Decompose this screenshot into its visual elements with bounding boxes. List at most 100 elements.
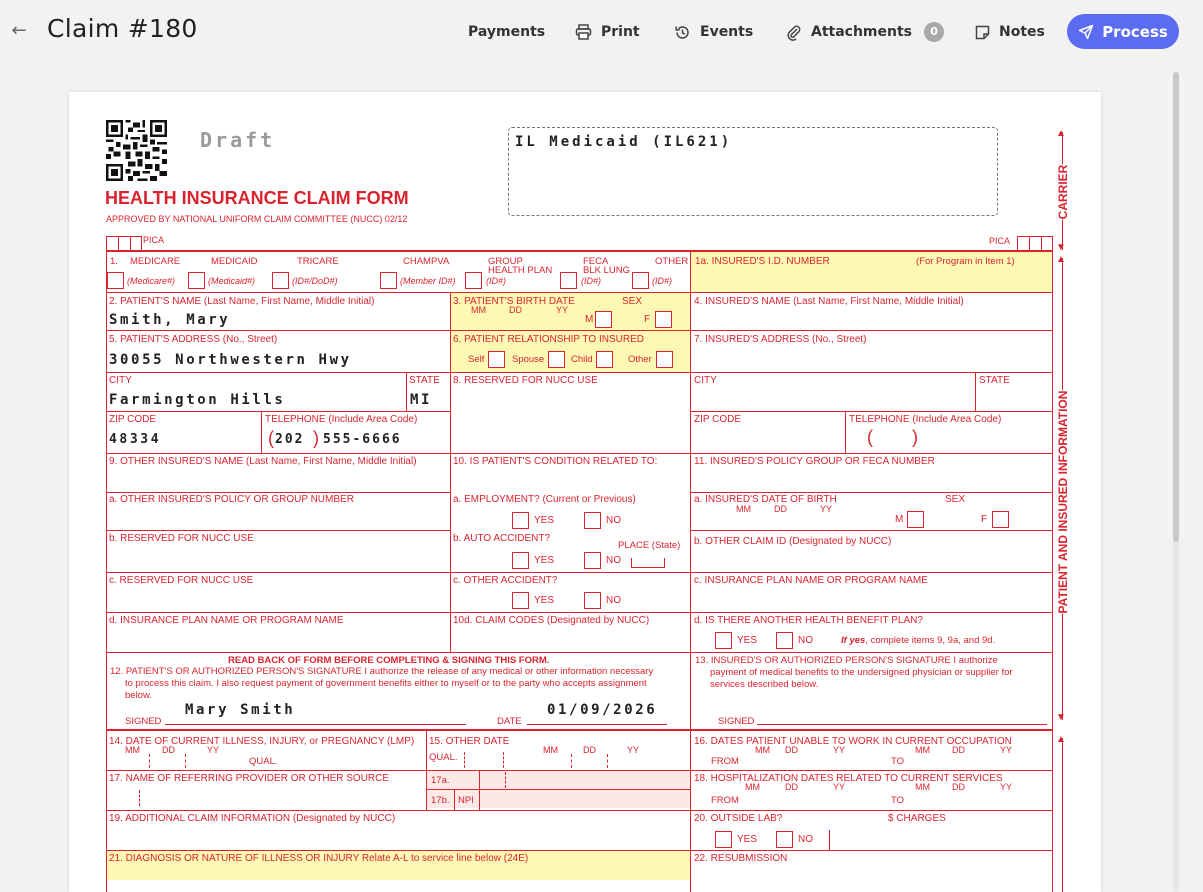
f10b-label: b. AUTO ACCIDENT? — [453, 533, 551, 544]
col-line — [975, 372, 976, 411]
f12-signature-line — [165, 724, 466, 725]
payer-address-box[interactable]: IL Medicaid (IL621) — [508, 127, 998, 216]
group-health-plan-checkbox[interactable] — [465, 272, 482, 289]
patient-signature-date-value[interactable]: 01/09/2026 — [547, 702, 657, 718]
patient-state-value[interactable]: MI — [410, 392, 432, 408]
outside-lab-yes-label: YES — [737, 834, 758, 845]
f13-line-3: services described below. — [710, 679, 819, 690]
payer-name: IL Medicaid (IL621) — [515, 134, 733, 150]
col-line — [406, 372, 407, 411]
f1-medicare-label: MEDICARE — [130, 256, 181, 267]
medicare-checkbox[interactable] — [107, 272, 124, 289]
other-coverage-checkbox[interactable] — [632, 272, 649, 289]
f11a-sex-label: SEX — [945, 494, 966, 505]
champva-checkbox[interactable] — [380, 272, 397, 289]
f3-sex-label: SEX — [622, 296, 643, 307]
patient-address-value[interactable]: 30055 Northwestern Hwy — [109, 352, 352, 368]
draft-watermark: Draft — [200, 128, 276, 152]
f9a-label: a. OTHER INSURED'S POLICY OR GROUP NUMBE… — [109, 494, 354, 505]
col-line — [829, 830, 830, 850]
f15-yy: YY — [627, 745, 640, 755]
payments-button[interactable]: Payments — [468, 14, 545, 50]
outside-lab-yes-checkbox[interactable] — [715, 831, 732, 848]
f16-to: TO — [891, 756, 905, 767]
relationship-child-checkbox[interactable] — [596, 351, 613, 368]
pica-right-label: PICA — [989, 236, 1011, 246]
f1-other-label: OTHER — [655, 256, 689, 267]
carrier-arrow-down-icon: ▼ — [1056, 242, 1066, 253]
auto-accident-yes-checkbox[interactable] — [512, 552, 529, 569]
f16-from: FROM — [711, 756, 739, 767]
patient-sex-male-checkbox[interactable] — [595, 311, 612, 328]
f14-date-divider — [185, 754, 186, 768]
row-line — [106, 810, 1052, 811]
printer-icon — [575, 24, 592, 40]
f6-child-label: Child — [571, 354, 593, 365]
notes-button[interactable]: Notes — [975, 14, 1045, 50]
patient-city-value[interactable]: Farmington Hills — [109, 392, 285, 408]
feca-checkbox[interactable] — [560, 272, 577, 289]
outside-lab-no-checkbox[interactable] — [776, 831, 793, 848]
scrollbar-thumb[interactable] — [1173, 72, 1179, 542]
patient-phone-area-value[interactable]: 202 — [275, 432, 304, 447]
events-button[interactable]: Events — [674, 14, 753, 50]
patient-phone-number-value[interactable]: 555-6666 — [323, 432, 402, 447]
row-line — [690, 530, 1052, 531]
row-line — [426, 789, 690, 790]
claim-form-page: Draft IL Medicaid (IL621) HEALTH INSURAN… — [69, 92, 1101, 892]
notes-label: Notes — [999, 24, 1045, 40]
employment-yes-checkbox[interactable] — [512, 512, 529, 529]
employment-no-checkbox[interactable] — [584, 512, 601, 529]
back-arrow-icon[interactable]: ← — [9, 20, 29, 42]
col-line — [426, 731, 427, 810]
other-accident-no-checkbox[interactable] — [584, 592, 601, 609]
attachments-button[interactable]: Attachments 0 — [786, 14, 945, 50]
relationship-self-checkbox[interactable] — [488, 351, 505, 368]
col-line — [450, 292, 451, 652]
outside-lab-no-label: NO — [798, 834, 813, 845]
f10a-label: a. EMPLOYMENT? (Current or Previous) — [453, 494, 636, 505]
insured-sex-female-checkbox[interactable] — [992, 511, 1009, 528]
f9-label: 9. OTHER INSURED'S NAME (Last Name, Firs… — [109, 456, 417, 467]
patient-zip-value[interactable]: 48334 — [109, 432, 161, 447]
f21-label: 21. DIAGNOSIS OR NATURE OF ILLNESS OR IN… — [109, 853, 529, 864]
auto-accident-no-checkbox[interactable] — [584, 552, 601, 569]
relationship-spouse-checkbox[interactable] — [548, 351, 565, 368]
f10c-label: c. OTHER ACCIDENT? — [453, 575, 558, 586]
accident-state-field[interactable] — [631, 558, 665, 568]
patient-sex-female-checkbox[interactable] — [655, 311, 672, 328]
other-plan-no-checkbox[interactable] — [776, 632, 793, 649]
scrollbar[interactable] — [1173, 72, 1179, 892]
f15-qual-divider — [503, 752, 504, 768]
attachments-count-badge: 0 — [924, 22, 945, 42]
zip-label: ZIP CODE — [109, 414, 157, 425]
row-line — [106, 572, 1052, 573]
f18-from-dd: DD — [785, 782, 798, 792]
f11a-m: M — [895, 514, 904, 525]
pica-left-label: PICA — [143, 235, 165, 245]
f17b-label: 17b. — [431, 795, 450, 806]
telephone-label: TELEPHONE (Include Area Code) — [265, 414, 418, 425]
f1-label: 1. — [110, 256, 118, 267]
payments-label: Payments — [468, 24, 546, 40]
phone-paren-close-icon: ) — [313, 428, 319, 448]
other-accident-yes-checkbox[interactable] — [512, 592, 529, 609]
print-label: Print — [601, 24, 640, 40]
relationship-other-checkbox[interactable] — [656, 351, 673, 368]
patient-signature-value[interactable]: Mary Smith — [185, 702, 295, 718]
patient-name-value[interactable]: Smith, Mary — [109, 312, 230, 328]
f14-qual: QUAL. — [249, 756, 278, 767]
physician-bracket-line — [1062, 738, 1063, 892]
f12-signed-label: SIGNED — [125, 716, 162, 727]
f13-line-2: payment of medical benefits to the under… — [710, 667, 1013, 678]
f6-self-label: Self — [468, 354, 485, 365]
insured-sex-male-checkbox[interactable] — [907, 511, 924, 528]
print-button[interactable]: Print — [575, 14, 640, 50]
f16-from-dd: DD — [785, 745, 798, 755]
other-plan-yes-checkbox[interactable] — [715, 632, 732, 649]
auto-accident-yes-label: YES — [534, 555, 555, 566]
f3-dd: DD — [509, 305, 522, 315]
process-button[interactable]: Process — [1067, 14, 1179, 49]
tricare-checkbox[interactable] — [272, 272, 289, 289]
medicaid-checkbox[interactable] — [188, 272, 205, 289]
